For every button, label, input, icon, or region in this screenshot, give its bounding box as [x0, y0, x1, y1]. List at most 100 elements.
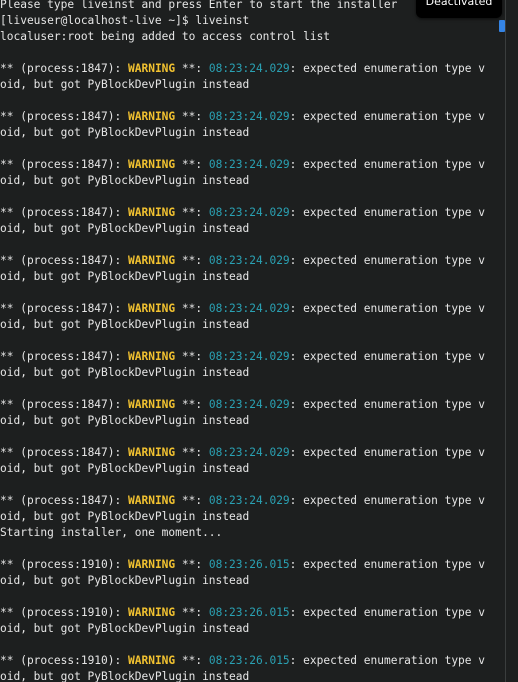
process-id: 1847 [80, 62, 108, 75]
warning-label: WARNING [128, 302, 176, 315]
warning-sep: ): [107, 158, 128, 171]
terminal-output[interactable]: Please type liveinst and press Enter to … [0, 0, 506, 682]
warning-message: : expected enumeration type v [289, 398, 485, 411]
warning-line: ** (process:1847): WARNING **: 08:23:24.… [0, 205, 505, 221]
output-line: oid, but got PyBlockDevPlugin instead [0, 270, 250, 283]
warning-sep: ): [107, 254, 128, 267]
warning-line: ** (process:1910): WARNING **: 08:23:26.… [0, 557, 505, 573]
warning-sep: **: [175, 302, 209, 315]
warning-prefix: ** (process: [0, 350, 81, 363]
timestamp: 08:23:26.015 [208, 558, 290, 571]
warning-sep: ): [107, 110, 128, 123]
process-id: 1910 [80, 558, 108, 571]
timestamp: 08:23:24.029 [208, 446, 290, 459]
process-id: 1847 [80, 158, 108, 171]
process-id: 1847 [80, 398, 108, 411]
warning-label: WARNING [128, 206, 176, 219]
process-id: 1847 [80, 110, 108, 123]
warning-sep: ): [107, 494, 128, 507]
process-id: 1847 [80, 446, 108, 459]
warning-message: : expected enumeration type v [289, 206, 485, 219]
warning-message: : expected enumeration type v [289, 158, 485, 171]
warning-line: ** (process:1847): WARNING **: 08:23:24.… [0, 157, 505, 173]
warning-message: : expected enumeration type v [289, 110, 485, 123]
warning-message: : expected enumeration type v [289, 446, 485, 459]
warning-sep: ): [107, 206, 128, 219]
warning-label: WARNING [128, 350, 176, 363]
timestamp: 08:23:24.029 [208, 350, 290, 363]
output-line: oid, but got PyBlockDevPlugin instead [0, 78, 250, 91]
warning-sep: ): [107, 654, 128, 667]
warning-message: : expected enumeration type v [289, 606, 485, 619]
timestamp: 08:23:26.015 [208, 654, 290, 667]
output-line: oid, but got PyBlockDevPlugin instead [0, 510, 250, 523]
timestamp: 08:23:24.029 [208, 494, 290, 507]
process-id: 1847 [80, 350, 108, 363]
warning-line: ** (process:1910): WARNING **: 08:23:26.… [0, 653, 505, 669]
warning-sep: ): [107, 398, 128, 411]
process-id: 1847 [80, 302, 108, 315]
output-line: oid, but got PyBlockDevPlugin instead [0, 462, 250, 475]
process-id: 1910 [80, 606, 108, 619]
output-line: oid, but got PyBlockDevPlugin instead [0, 622, 250, 635]
output-line: Starting installer, one moment... [0, 526, 223, 539]
warning-message: : expected enumeration type v [289, 350, 485, 363]
warning-prefix: ** (process: [0, 158, 81, 171]
process-id: 1847 [80, 494, 108, 507]
warning-line: ** (process:1847): WARNING **: 08:23:24.… [0, 397, 505, 413]
warning-label: WARNING [128, 558, 176, 571]
warning-message: : expected enumeration type v [289, 654, 485, 667]
warning-message: : expected enumeration type v [289, 302, 485, 315]
warning-sep: **: [175, 350, 209, 363]
warning-line: ** (process:1910): WARNING **: 08:23:26.… [0, 605, 505, 621]
status-badge-label: Deactivated [425, 0, 493, 8]
warning-line: ** (process:1847): WARNING **: 08:23:24.… [0, 253, 505, 269]
warning-sep: **: [175, 494, 209, 507]
warning-sep: **: [175, 110, 209, 123]
process-id: 1847 [80, 254, 108, 267]
warning-line: ** (process:1847): WARNING **: 08:23:24.… [0, 445, 505, 461]
warning-prefix: ** (process: [0, 606, 81, 619]
output-line: oid, but got PyBlockDevPlugin instead [0, 174, 250, 187]
warning-message: : expected enumeration type v [289, 558, 485, 571]
output-line: oid, but got PyBlockDevPlugin instead [0, 670, 250, 682]
warning-line: ** (process:1847): WARNING **: 08:23:24.… [0, 61, 505, 77]
warning-sep: **: [175, 206, 209, 219]
output-line: oid, but got PyBlockDevPlugin instead [0, 574, 250, 587]
warning-label: WARNING [128, 62, 176, 75]
warning-line: ** (process:1847): WARNING **: 08:23:24.… [0, 301, 505, 317]
warning-line: ** (process:1847): WARNING **: 08:23:24.… [0, 349, 505, 365]
timestamp: 08:23:24.029 [208, 254, 290, 267]
warning-sep: **: [175, 606, 209, 619]
warning-sep: ): [107, 446, 128, 459]
warning-sep: ): [107, 558, 128, 571]
warning-prefix: ** (process: [0, 206, 81, 219]
scrollbar-thumb[interactable] [499, 20, 505, 32]
output-line: oid, but got PyBlockDevPlugin instead [0, 318, 250, 331]
output-line: oid, but got PyBlockDevPlugin instead [0, 222, 250, 235]
warning-prefix: ** (process: [0, 558, 81, 571]
scrollbar[interactable] [506, 0, 518, 682]
warning-sep: **: [175, 398, 209, 411]
warning-sep: ): [107, 302, 128, 315]
timestamp: 08:23:26.015 [208, 606, 290, 619]
warning-label: WARNING [128, 110, 176, 123]
warning-line: ** (process:1847): WARNING **: 08:23:24.… [0, 493, 505, 509]
status-badge: Deactivated [416, 0, 502, 18]
output-line: oid, but got PyBlockDevPlugin instead [0, 414, 250, 427]
warning-label: WARNING [128, 446, 176, 459]
warning-sep: **: [175, 254, 209, 267]
warning-sep: **: [175, 654, 209, 667]
warning-prefix: ** (process: [0, 398, 81, 411]
warning-line: ** (process:1847): WARNING **: 08:23:24.… [0, 109, 505, 125]
warning-label: WARNING [128, 654, 176, 667]
